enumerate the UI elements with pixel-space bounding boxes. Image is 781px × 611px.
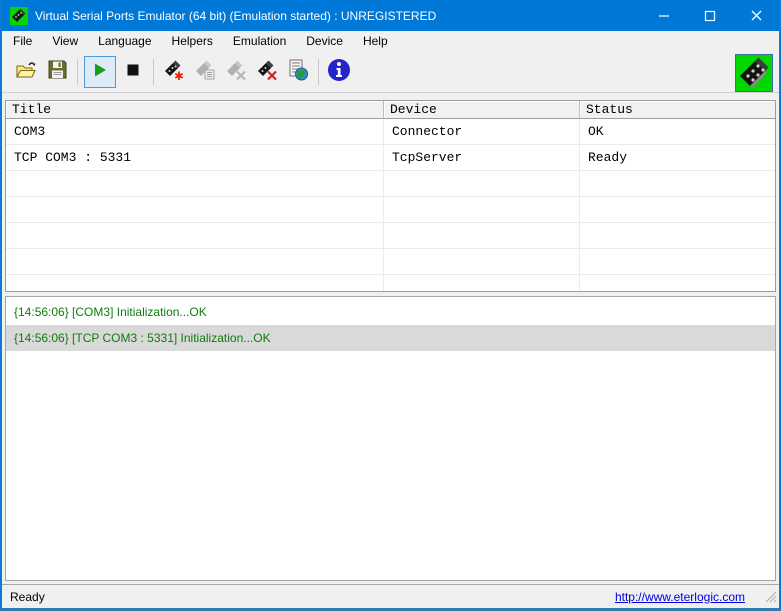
about-button[interactable] xyxy=(325,58,353,86)
open-button[interactable] xyxy=(12,58,40,86)
menu-helpers[interactable]: Helpers xyxy=(162,31,223,52)
table-empty-row xyxy=(6,223,775,249)
save-floppy-icon xyxy=(48,60,67,84)
app-window: Virtual Serial Ports Emulator (64 bit) (… xyxy=(0,0,781,611)
play-icon xyxy=(92,62,108,83)
table-empty-row xyxy=(6,275,775,292)
list-globe-icon xyxy=(287,59,309,86)
stop-emulation-button[interactable] xyxy=(119,58,147,86)
delete-all-devices-button[interactable] xyxy=(253,58,281,86)
cell-title: COM3 xyxy=(6,119,384,145)
cell-status: OK xyxy=(580,119,775,145)
info-icon xyxy=(327,58,351,87)
minimize-button[interactable] xyxy=(641,0,687,31)
device-new-icon xyxy=(163,59,185,86)
close-button[interactable] xyxy=(733,0,779,31)
delete-device-button xyxy=(222,58,250,86)
create-device-button[interactable] xyxy=(160,58,188,86)
menu-file[interactable]: File xyxy=(3,31,42,52)
log-entry-selected[interactable]: {14:56:06} [TCP COM3 : 5331] Initializat… xyxy=(6,325,775,351)
statusbar: Ready http://www.eterlogic.com xyxy=(2,584,779,608)
device-table: Title Device Status COM3 Connector OK TC… xyxy=(5,100,776,292)
log-panel: {14:56:06} [COM3] Initialization...OK {1… xyxy=(5,296,776,581)
column-header-status[interactable]: Status xyxy=(580,101,775,119)
cell-title: TCP COM3 : 5331 xyxy=(6,145,384,171)
device-properties-button xyxy=(191,58,219,86)
start-emulation-button[interactable] xyxy=(84,56,116,88)
toolbar-separator xyxy=(318,59,319,85)
toolbar-separator xyxy=(153,59,154,85)
toolbar xyxy=(2,52,779,93)
toolbar-separator xyxy=(77,59,78,85)
menu-device[interactable]: Device xyxy=(296,31,353,52)
app-icon[interactable] xyxy=(10,7,28,25)
menubar: File View Language Helpers Emulation Dev… xyxy=(2,31,779,52)
table-header: Title Device Status xyxy=(6,101,775,119)
menu-emulation[interactable]: Emulation xyxy=(223,31,296,52)
device-delete-all-icon xyxy=(256,59,278,86)
menu-help[interactable]: Help xyxy=(353,31,398,52)
stop-icon xyxy=(127,63,139,81)
column-header-device[interactable]: Device xyxy=(384,101,580,119)
cell-device: Connector xyxy=(384,119,580,145)
resize-grip-icon[interactable] xyxy=(763,589,777,606)
eterlogic-link[interactable]: http://www.eterlogic.com xyxy=(615,590,745,604)
log-entry[interactable]: {14:56:06} [COM3] Initialization...OK xyxy=(6,299,775,325)
device-list-web-button[interactable] xyxy=(284,58,312,86)
vspe-logo xyxy=(735,54,773,92)
column-header-title[interactable]: Title xyxy=(6,101,384,119)
window-title: Virtual Serial Ports Emulator (64 bit) (… xyxy=(35,9,641,23)
cell-status: Ready xyxy=(580,145,775,171)
menu-language[interactable]: Language xyxy=(88,31,161,52)
table-row[interactable]: TCP COM3 : 5331 TcpServer Ready xyxy=(6,145,775,171)
save-button[interactable] xyxy=(43,58,71,86)
table-empty-row xyxy=(6,197,775,223)
open-folder-icon xyxy=(15,60,37,85)
device-delete-icon xyxy=(225,59,247,86)
table-empty-row xyxy=(6,249,775,275)
menu-view[interactable]: View xyxy=(42,31,88,52)
table-row[interactable]: COM3 Connector OK xyxy=(6,119,775,145)
table-empty-row xyxy=(6,171,775,197)
status-link-container: http://www.eterlogic.com xyxy=(615,590,745,604)
cell-device: TcpServer xyxy=(384,145,580,171)
titlebar[interactable]: Virtual Serial Ports Emulator (64 bit) (… xyxy=(2,0,779,31)
maximize-button[interactable] xyxy=(687,0,733,31)
window-controls xyxy=(641,0,779,31)
status-ready-text: Ready xyxy=(10,590,615,604)
device-properties-icon xyxy=(194,59,216,86)
